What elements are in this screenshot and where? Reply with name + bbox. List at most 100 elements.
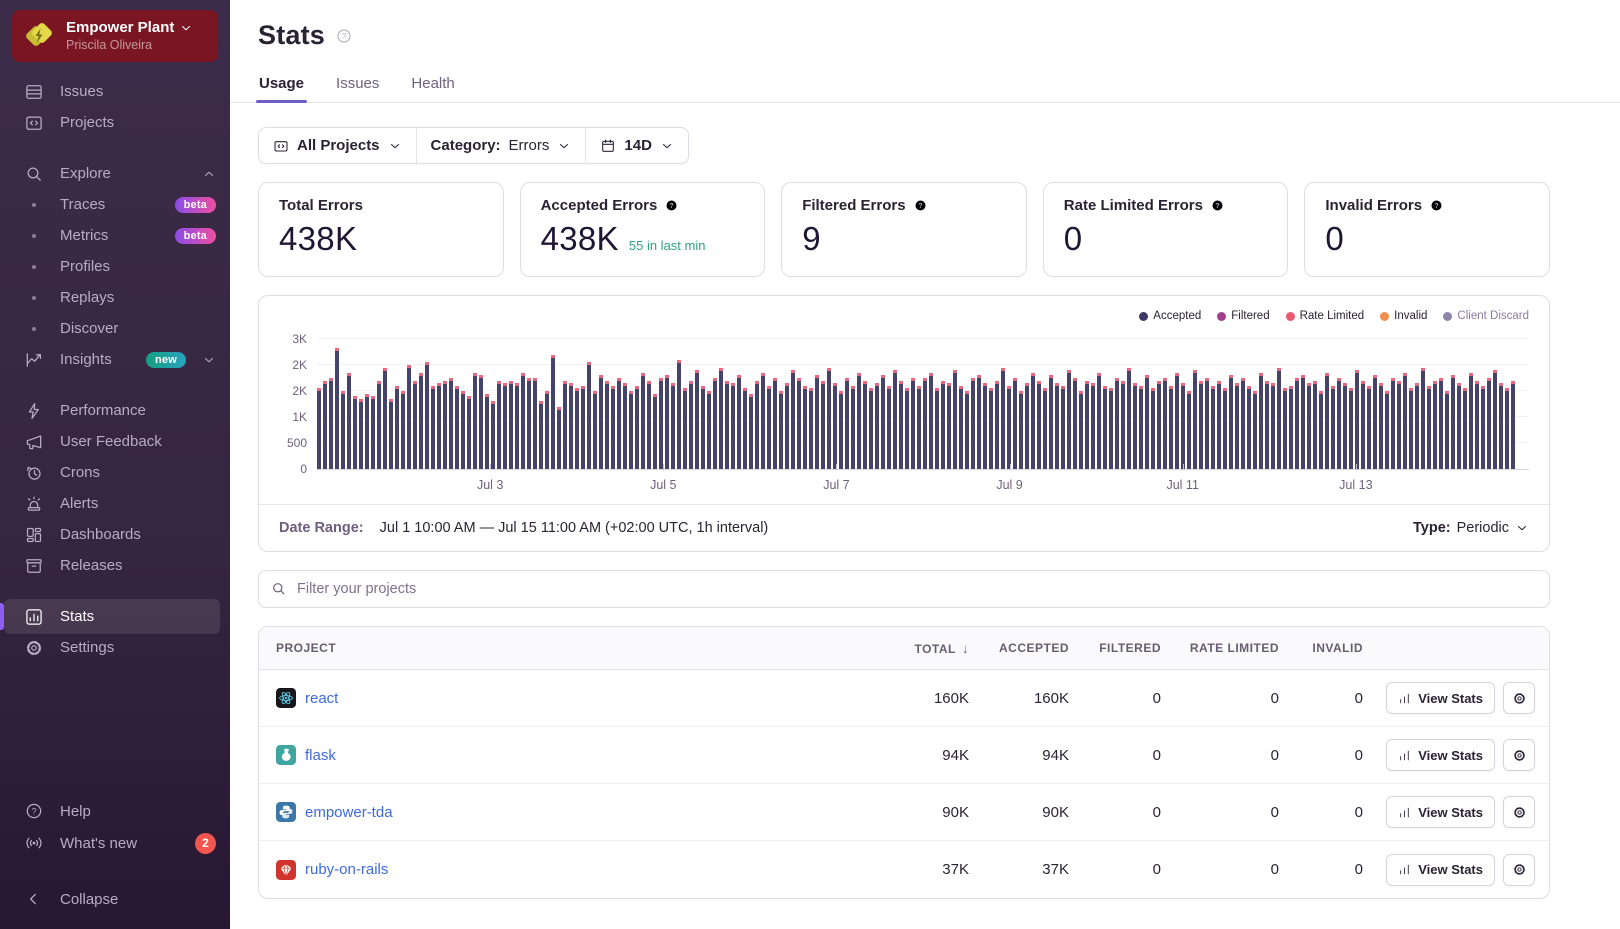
chart-bar <box>779 391 783 469</box>
sidebar-item-stats[interactable]: Stats <box>0 599 230 635</box>
sidebar-item-dashboards[interactable]: Dashboards <box>0 519 230 550</box>
type-label: Type: <box>1413 520 1451 536</box>
chart-bar-cap <box>1097 373 1101 376</box>
chart-bar <box>353 396 357 469</box>
legend-item-client-discard[interactable]: Client Discard <box>1443 310 1529 322</box>
legend-item-rate-limited[interactable]: Rate Limited <box>1285 310 1364 322</box>
project-cell: flask <box>259 745 867 765</box>
help-icon[interactable]: ? <box>1429 198 1444 213</box>
stat-card-accepted-errors: Accepted Errors? 438K 55 in last min <box>519 182 766 277</box>
sidebar-item-projects[interactable]: Projects <box>0 107 230 138</box>
sidebar-item-profiles[interactable]: Profiles <box>0 251 230 282</box>
sidebar-item-traces[interactable]: Traces beta <box>0 189 230 220</box>
sidebar-collapse-button[interactable]: Collapse <box>0 883 230 915</box>
stat-card-subtext: 55 in last min <box>628 238 706 253</box>
view-stats-button[interactable]: View Stats <box>1386 796 1495 828</box>
chart-bar <box>1223 388 1227 469</box>
sidebar-item-releases[interactable]: Releases <box>0 550 230 581</box>
cell-invalid: 0 <box>1354 803 1363 821</box>
project-settings-button[interactable] <box>1503 739 1535 771</box>
chart-bar <box>335 348 339 469</box>
project-settings-button[interactable] <box>1503 853 1535 886</box>
sidebar-item-discover[interactable]: Discover <box>0 313 230 344</box>
sidebar-item-explore[interactable]: Explore <box>0 158 230 189</box>
chart-bar-cap <box>881 375 885 378</box>
sidebar-item-insights[interactable]: Insights new <box>0 344 230 375</box>
chart-bar <box>1145 375 1149 469</box>
column-header-invalid[interactable]: INVALID <box>1287 641 1371 655</box>
chart-bar <box>407 365 411 469</box>
column-header-filtered[interactable]: FILTERED <box>1077 641 1169 655</box>
legend-item-accepted[interactable]: Accepted <box>1139 310 1201 322</box>
help-icon[interactable]: ? <box>664 198 679 213</box>
sidebar-item-crons[interactable]: Crons <box>0 457 230 488</box>
chart-bar <box>1205 378 1209 469</box>
tab-usage[interactable]: Usage <box>255 67 308 103</box>
sidebar-item-settings[interactable]: Settings <box>0 632 230 663</box>
chart-bar-cap <box>581 386 585 389</box>
chart-bar <box>1379 383 1383 469</box>
project-settings-button[interactable] <box>1503 682 1535 714</box>
sidebar-item-alerts[interactable]: Alerts <box>0 488 230 519</box>
view-stats-button[interactable]: View Stats <box>1386 682 1495 714</box>
chart-bar-cap <box>335 348 339 351</box>
chart-bar-cap <box>719 368 723 371</box>
tab-issues[interactable]: Issues <box>335 67 380 102</box>
column-header-total[interactable]: TOTAL ↓ <box>867 641 977 656</box>
page-title: Stats <box>258 20 326 50</box>
legend-item-filtered[interactable]: Filtered <box>1217 310 1270 322</box>
legend-item-invalid[interactable]: Invalid <box>1380 310 1427 322</box>
chart-bar-cap <box>1391 378 1395 381</box>
crons-icon <box>24 463 44 483</box>
sidebar-item-issues[interactable]: Issues <box>0 76 230 107</box>
project-link[interactable]: flask <box>305 747 336 764</box>
tab-health[interactable]: Health <box>410 67 455 102</box>
chart-bar <box>983 383 987 469</box>
chart-bar-cap <box>1217 381 1221 384</box>
project-settings-button[interactable] <box>1503 796 1535 828</box>
column-header-project[interactable]: PROJECT <box>259 641 867 655</box>
date-range-dropdown[interactable]: 14D <box>585 128 688 163</box>
sidebar-item-label: Releases <box>60 557 123 575</box>
sidebar-item-label: Issues <box>60 83 104 101</box>
stat-card-invalid-errors: Invalid Errors? 0 <box>1304 182 1550 277</box>
chart-bar <box>1439 378 1443 469</box>
page-filter-bar: All Projects Category: Errors 14D <box>258 127 689 164</box>
chart-bar <box>989 388 993 469</box>
chart-bar <box>419 373 423 469</box>
view-stats-button[interactable]: View Stats <box>1386 853 1495 886</box>
chart-bar <box>1037 381 1041 469</box>
view-stats-button[interactable]: View Stats <box>1386 739 1495 771</box>
column-header-rate-limited[interactable]: RATE LIMITED <box>1169 641 1287 655</box>
chevron-down-icon <box>202 353 216 367</box>
chart-bar-cap <box>1451 375 1455 378</box>
project-link[interactable]: react <box>305 690 338 707</box>
stat-card-title: Accepted Errors? <box>541 197 745 214</box>
project-search-input[interactable] <box>258 570 1550 608</box>
help-icon[interactable]: ? <box>913 198 928 213</box>
chart-bar <box>1193 370 1197 469</box>
column-header-accepted[interactable]: ACCEPTED <box>977 641 1077 655</box>
project-filter-dropdown[interactable]: All Projects <box>259 128 416 163</box>
page-help-icon[interactable]: ? <box>335 27 353 45</box>
chart-bar-cap <box>1157 381 1161 384</box>
table-row-ruby-on-rails: ruby-on-rails 37K 37K 0 0 0 View Stats <box>259 841 1549 898</box>
sidebar-item-what-s-new[interactable]: What's new 2 <box>0 827 230 859</box>
sidebar-item-user-feedback[interactable]: User Feedback <box>0 426 230 457</box>
help-icon[interactable]: ? <box>1210 198 1225 213</box>
category-filter-dropdown[interactable]: Category: Errors <box>415 128 586 163</box>
project-link[interactable]: empower-tda <box>305 804 393 821</box>
sidebar-item-performance[interactable]: Performance <box>0 395 230 426</box>
cell-invalid: 0 <box>1354 861 1363 878</box>
chart-bar <box>1061 386 1065 469</box>
org-dropdown[interactable]: Empower Plant Priscila Oliveira <box>12 10 218 63</box>
chart-bar <box>1265 381 1269 469</box>
sidebar-item-metrics[interactable]: Metrics beta <box>0 220 230 251</box>
legend-label: Accepted <box>1153 310 1202 322</box>
sidebar-item-help[interactable]: ? Help <box>0 795 230 827</box>
type-dropdown[interactable]: Type: Periodic <box>1413 520 1529 536</box>
chart-bar-cap <box>1133 383 1137 386</box>
sidebar-section: Issues Projects <box>0 76 230 138</box>
project-link[interactable]: ruby-on-rails <box>305 861 388 878</box>
sidebar-item-replays[interactable]: Replays <box>0 282 230 313</box>
